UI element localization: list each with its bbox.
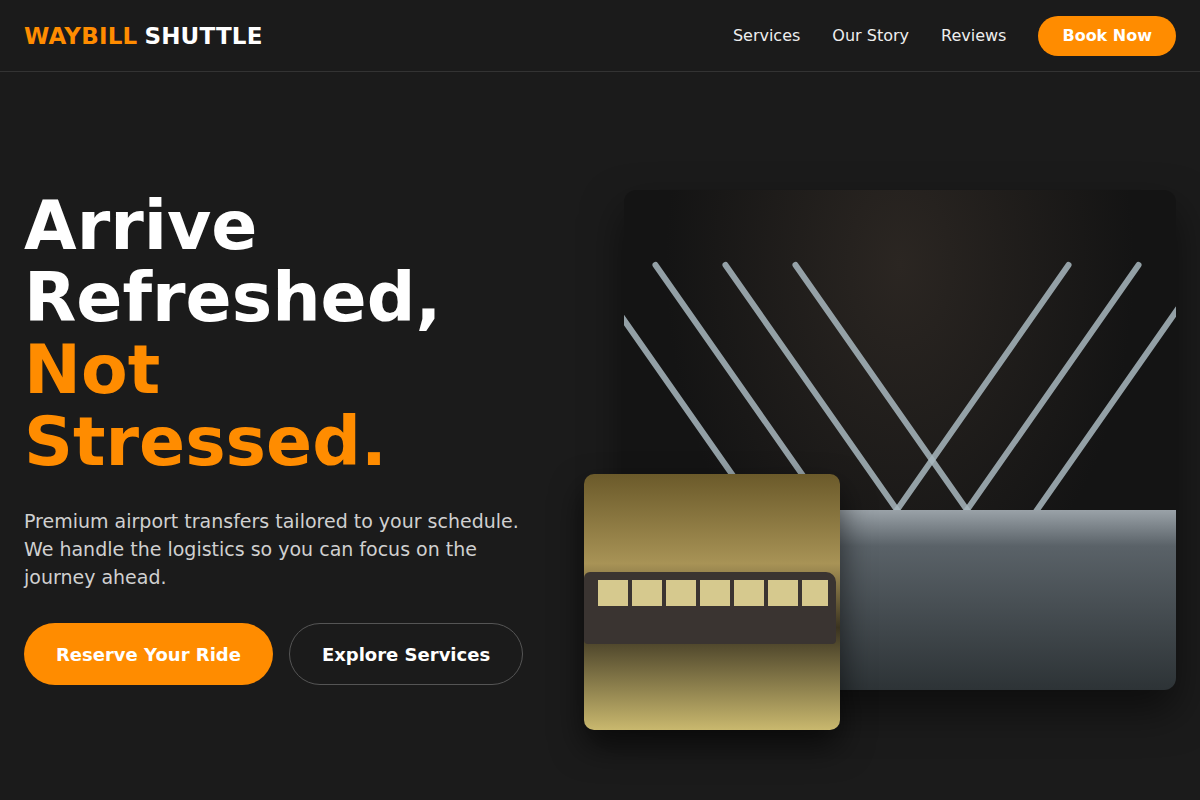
logo-rest: SHUTTLE: [144, 23, 262, 49]
secondary-button[interactable]: Explore Services: [289, 623, 523, 685]
site-header: WAYBILL SHUTTLE Services Our Story Reviews Bo…: [0, 0, 1200, 72]
hero-buttons: Reserve Your Ride Explore Services: [24, 623, 584, 685]
photo-detail: [598, 580, 828, 606]
headline-accent-line: Not: [24, 334, 584, 406]
headline: ArriveRefreshed,NotStressed.: [24, 190, 584, 478]
hero-subtitle: Premium airport transfers tailored to yo…: [24, 507, 544, 591]
shuttle-bus-photo: [584, 474, 840, 730]
hero-photos: [584, 190, 1176, 730]
nav-link[interactable]: Services: [733, 26, 800, 45]
headline-line: Refreshed,: [24, 262, 584, 334]
nav-link[interactable]: Our Story: [832, 26, 909, 45]
headline-line: Arrive: [24, 190, 584, 262]
main-nav: Services Our Story Reviews Book Now: [733, 16, 1176, 56]
logo[interactable]: WAYBILL SHUTTLE: [24, 23, 263, 49]
logo-accent: WAYBILL: [24, 23, 137, 49]
book-now-button[interactable]: Book Now: [1038, 16, 1176, 56]
headline-accent-line: Stressed.: [24, 406, 584, 478]
primary-button[interactable]: Reserve Your Ride: [24, 623, 273, 685]
hero-text: ArriveRefreshed,NotStressed. Premium airp…: [24, 190, 584, 685]
nav-link[interactable]: Reviews: [941, 26, 1006, 45]
hero-section: ArriveRefreshed,NotStressed. Premium airp…: [0, 72, 1200, 730]
